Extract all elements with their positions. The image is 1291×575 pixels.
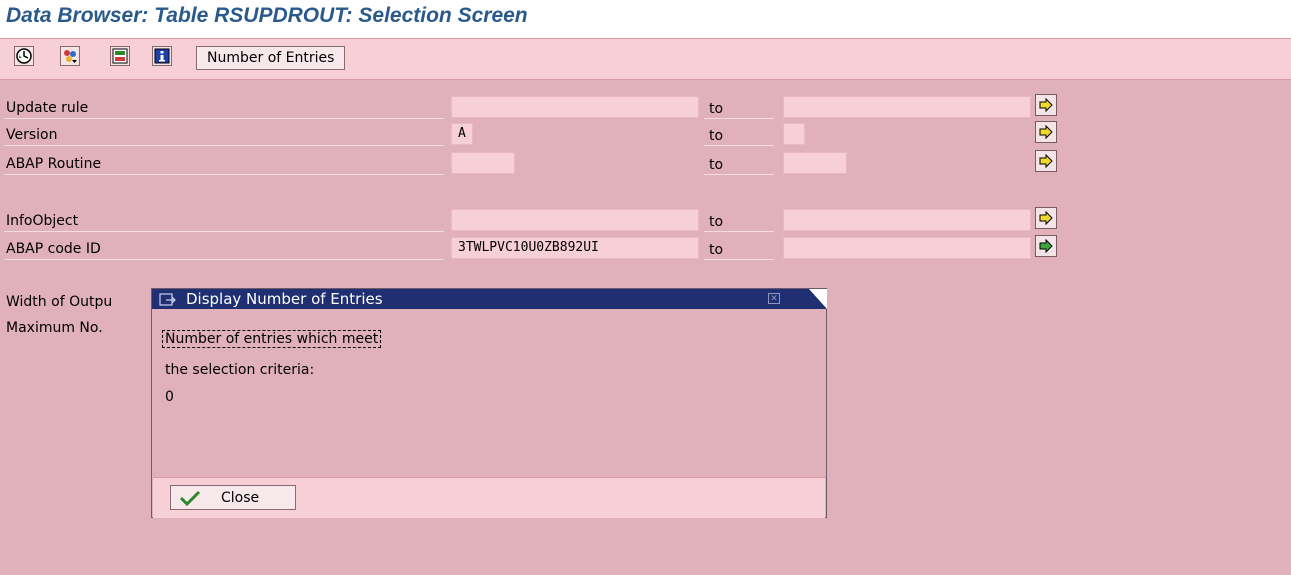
to-label: to: [709, 101, 724, 117]
multiple-selection-arrow-icon[interactable]: [1035, 207, 1057, 229]
divider: [704, 259, 774, 260]
divider: [704, 231, 774, 232]
max-number-label: Maximum No.: [6, 320, 103, 336]
field-row-abap-routine: ABAP Routine to: [0, 150, 1291, 176]
abap-routine-from-input[interactable]: [451, 152, 515, 174]
divider: [704, 174, 774, 175]
to-label: to: [709, 242, 724, 258]
field-row-abap-code-id: ABAP code ID 3TWLPVC10U0ZB892UI to: [0, 235, 1291, 261]
field-label: Version: [6, 127, 58, 143]
field-row-update-rule: Update rule to: [0, 94, 1291, 120]
application-toolbar: Number of Entries: [0, 38, 1291, 80]
dialog-title-bar: Display Number of Entries ✕: [152, 289, 827, 311]
version-from-input[interactable]: A: [451, 123, 473, 145]
output-width-label: Width of Outpu: [6, 294, 113, 310]
divider: [704, 145, 774, 146]
entry-count: 0: [165, 389, 174, 405]
save-variant-icon[interactable]: [110, 46, 130, 66]
window-icon: [159, 292, 177, 311]
title-bar-corner: [809, 289, 827, 309]
multiple-selection-arrow-icon[interactable]: [1035, 150, 1057, 172]
page-title: Data Browser: Table RSUPDROUT: Selection…: [6, 4, 528, 27]
dialog-title: Display Number of Entries: [186, 290, 383, 308]
update-rule-to-input[interactable]: [783, 96, 1031, 118]
close-button[interactable]: Close: [170, 485, 296, 510]
infoobject-from-input[interactable]: [451, 209, 699, 231]
divider: [4, 118, 444, 119]
number-of-entries-button[interactable]: Number of Entries: [196, 46, 346, 70]
message-line-2: the selection criteria:: [165, 362, 315, 378]
field-label: InfoObject: [6, 213, 79, 229]
selection-options-icon[interactable]: [60, 46, 80, 66]
abap-routine-to-input[interactable]: [783, 152, 847, 174]
abap-code-id-to-input[interactable]: [783, 237, 1031, 259]
field-label: ABAP code ID: [6, 241, 101, 257]
field-row-version: Version A to: [0, 121, 1291, 147]
execute-icon[interactable]: [14, 46, 34, 66]
to-label: to: [709, 214, 724, 230]
multiple-selection-arrow-icon[interactable]: [1035, 121, 1057, 143]
infoobject-to-input[interactable]: [783, 209, 1031, 231]
checkmark-icon: [179, 490, 201, 510]
close-icon[interactable]: ✕: [768, 293, 780, 304]
divider: [4, 145, 444, 146]
update-rule-from-input[interactable]: [451, 96, 699, 118]
number-of-entries-dialog: Display Number of Entries ✕ Number of en…: [151, 288, 827, 518]
divider: [704, 118, 774, 119]
field-label: ABAP Routine: [6, 156, 102, 172]
divider: [4, 259, 444, 260]
close-button-label: Close: [221, 490, 260, 506]
message-line-1: Number of entries which meet: [162, 330, 382, 348]
dialog-footer: Close: [153, 477, 825, 518]
version-to-input[interactable]: [783, 123, 805, 145]
field-row-infoobject: InfoObject to: [0, 207, 1291, 233]
multiple-selection-active-arrow-icon[interactable]: [1035, 235, 1057, 257]
info-icon[interactable]: [152, 46, 172, 66]
multiple-selection-arrow-icon[interactable]: [1035, 94, 1057, 116]
abap-code-id-from-input[interactable]: 3TWLPVC10U0ZB892UI: [451, 237, 699, 259]
to-label: to: [709, 128, 724, 144]
to-label: to: [709, 157, 724, 173]
field-label: Update rule: [6, 100, 89, 116]
divider: [4, 231, 444, 232]
divider: [4, 174, 444, 175]
